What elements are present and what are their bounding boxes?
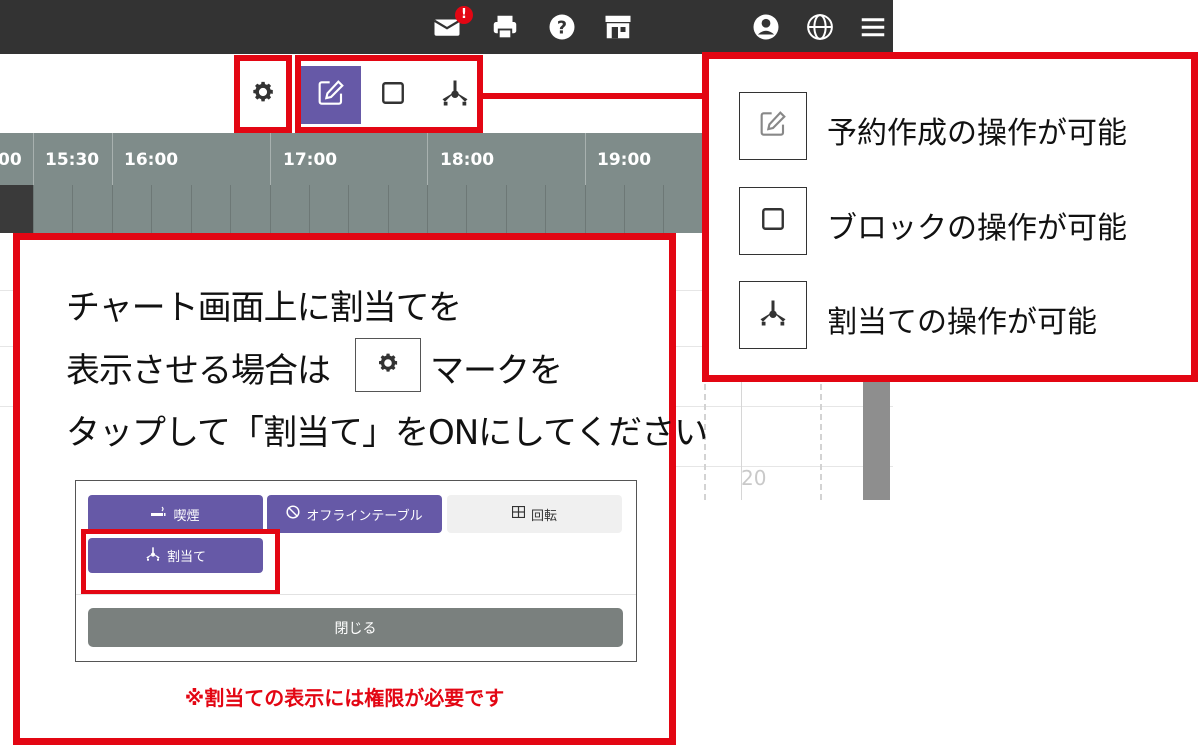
svg-text:?: ? bbox=[557, 18, 567, 38]
time-label: 18:00 bbox=[440, 150, 495, 170]
instruction-line-2-post: マークを bbox=[430, 351, 563, 391]
square-icon bbox=[380, 80, 406, 110]
time-label: 00 bbox=[0, 150, 22, 170]
legend-label-block: ブロックの操作が可能 bbox=[827, 211, 1127, 246]
offline-table-toggle[interactable]: オフラインテーブル bbox=[267, 495, 442, 533]
rotation-label: 回転 bbox=[530, 508, 557, 524]
grid-line bbox=[676, 466, 893, 467]
edit-icon bbox=[757, 108, 789, 144]
smoking-toggle[interactable]: 喫煙 bbox=[88, 495, 263, 533]
settings-modal-preview: 喫煙 オフラインテーブル 回転 割当て 閉じる bbox=[75, 480, 637, 662]
mode-legend: 予約作成の操作が可能 ブロックの操作が可能 割当ての操作が可能 bbox=[702, 52, 1198, 382]
offline-table-label: オフラインテーブル bbox=[306, 508, 423, 524]
instruction-line-2-pre: 表示させる場合は bbox=[66, 351, 331, 391]
time-slots[interactable] bbox=[0, 185, 708, 233]
user-icon[interactable] bbox=[749, 10, 783, 44]
offline-icon bbox=[286, 505, 300, 523]
rotation-toggle[interactable]: 回転 bbox=[447, 495, 622, 533]
time-label: 16:00 bbox=[124, 150, 179, 170]
assign-icon bbox=[758, 298, 788, 332]
modal-divider bbox=[76, 594, 636, 595]
assign-mode-button[interactable] bbox=[425, 66, 485, 124]
legend-edit-icon-box bbox=[739, 92, 807, 160]
close-button[interactable]: 閉じる bbox=[88, 608, 623, 647]
smoking-label: 喫煙 bbox=[173, 508, 200, 524]
reserved-slot[interactable] bbox=[0, 185, 33, 233]
assign-icon bbox=[145, 546, 161, 566]
timeline-header: 00 15:30 16:00 17:00 18:00 19:00 bbox=[0, 133, 708, 233]
gear-icon bbox=[375, 350, 401, 380]
legend-square-icon-box bbox=[739, 187, 807, 255]
table-grid-icon bbox=[511, 505, 526, 522]
assign-toggle[interactable]: 割当て bbox=[88, 538, 263, 573]
store-icon[interactable] bbox=[601, 10, 635, 44]
square-icon bbox=[760, 206, 786, 236]
mail-badge: ! bbox=[455, 6, 473, 24]
instruction-line-1: チャート画面上に割当てを bbox=[66, 288, 462, 328]
time-label: 19:00 bbox=[597, 150, 652, 170]
scroll-track[interactable] bbox=[863, 380, 890, 500]
cell-number: 20 bbox=[741, 466, 767, 490]
legend-label-assign: 割当ての操作が可能 bbox=[827, 305, 1097, 340]
assign-label: 割当て bbox=[166, 550, 206, 565]
gear-highlight bbox=[234, 55, 292, 133]
instruction-line-3: タップして「割当て」をONにしてください bbox=[66, 413, 708, 453]
legend-label-edit: 予約作成の操作が可能 bbox=[827, 116, 1127, 151]
legend-assign-icon-box bbox=[739, 281, 807, 349]
inline-gear-box bbox=[355, 338, 421, 392]
menu-icon[interactable] bbox=[856, 10, 890, 44]
print-icon[interactable] bbox=[488, 10, 522, 44]
edit-mode-button[interactable] bbox=[301, 66, 361, 124]
time-label: 15:30 bbox=[45, 150, 100, 170]
time-scale: 00 15:30 16:00 17:00 18:00 19:00 bbox=[0, 133, 708, 185]
assign-icon bbox=[440, 78, 470, 112]
globe-icon[interactable] bbox=[803, 10, 837, 44]
time-label: 17:00 bbox=[283, 150, 338, 170]
grid-dash bbox=[820, 384, 823, 500]
callout-connector bbox=[483, 93, 708, 99]
help-icon[interactable]: ? bbox=[545, 10, 579, 44]
instruction-callout: チャート画面上に割当てを 表示させる場合は マークを タップして「割当て」をON… bbox=[13, 233, 708, 745]
app-top-bar: ! ? bbox=[0, 0, 893, 54]
mode-switch-highlight bbox=[295, 55, 483, 133]
block-mode-button[interactable] bbox=[363, 66, 423, 124]
edit-icon bbox=[315, 77, 347, 113]
gear-icon[interactable] bbox=[249, 78, 277, 110]
permission-note: ※割当ての表示には権限が必要です bbox=[184, 686, 505, 710]
smoking-icon bbox=[151, 506, 167, 522]
